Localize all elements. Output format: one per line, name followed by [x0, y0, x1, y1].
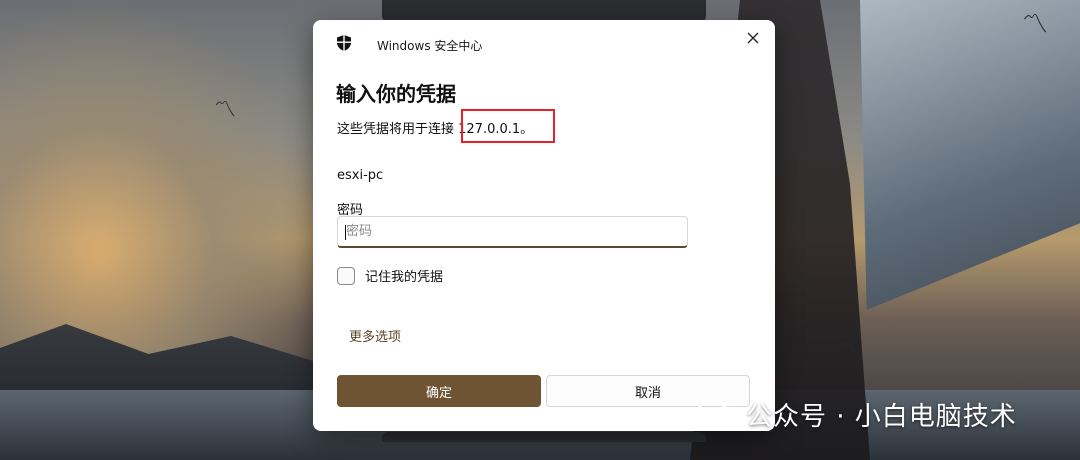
checkbox-box[interactable] — [337, 266, 355, 285]
close-button[interactable] — [741, 26, 765, 50]
more-options-link[interactable]: 更多选项 — [349, 326, 401, 345]
ok-button[interactable]: 确定 — [337, 375, 541, 407]
close-icon — [747, 32, 759, 44]
bird-icon: 〽 — [840, 339, 858, 360]
background-easel — [860, 0, 1080, 310]
watermark-text: 公众号 · 小白电脑技术 — [746, 401, 1017, 432]
ip-highlight-box — [461, 109, 555, 143]
dialog-title: Windows 安全中心 — [377, 39, 483, 53]
shield-icon — [337, 35, 351, 51]
password-input[interactable] — [337, 216, 688, 248]
username-text: esxi-pc — [337, 168, 384, 183]
bird-icon: 〽 — [214, 98, 237, 123]
remember-credentials-checkbox[interactable]: 记住我的凭据 — [337, 266, 443, 285]
dialog-heading: 输入你的凭据 — [336, 82, 456, 106]
background-window-top — [382, 0, 706, 22]
wechat-icon — [697, 400, 738, 428]
bird-icon: 〽 — [1022, 10, 1049, 40]
watermark: 公众号 · 小白电脑技术 — [696, 394, 1017, 434]
credentials-dialog: Windows 安全中心 输入你的凭据 这些凭据将用于连接 127.0.0.1。… — [313, 20, 775, 431]
text-caret — [345, 225, 346, 240]
background-window-bottom — [382, 432, 706, 442]
remember-label: 记住我的凭据 — [365, 270, 444, 285]
